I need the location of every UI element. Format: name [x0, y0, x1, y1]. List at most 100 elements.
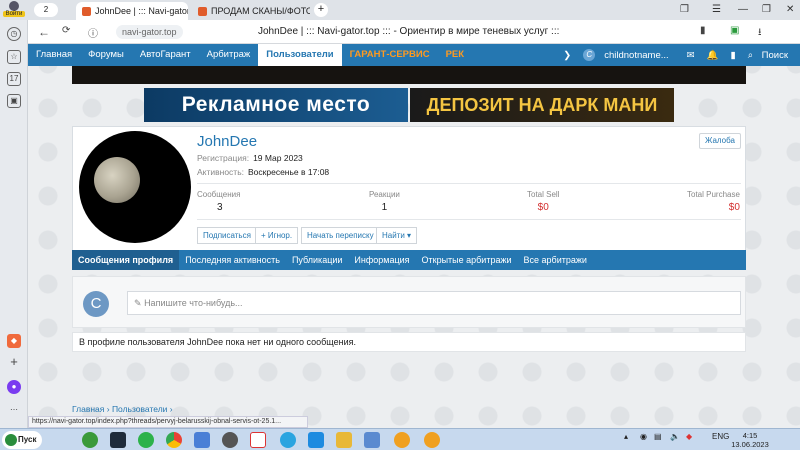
find-dropdown[interactable]: Найти ▾ [376, 227, 418, 244]
url-field[interactable]: navi-gator.top [116, 25, 183, 39]
page-title: JohnDee | ::: Navi-gator.top ::: - Ориен… [258, 26, 560, 37]
ignore-button[interactable]: + Игнор. [255, 227, 299, 244]
follow-button[interactable]: Подписаться [197, 227, 257, 244]
ad-banner-left[interactable]: Рекламное место [144, 88, 408, 122]
profile-post-input[interactable]: ✎ Напишите что-нибудь... [127, 291, 741, 315]
maximize-icon[interactable]: ❐ [762, 4, 771, 15]
avatar[interactable]: C [83, 291, 109, 317]
stat-total-sell: Total Sell $0 [527, 190, 560, 213]
nav-user-menu[interactable]: Cchildnotname... [577, 49, 680, 61]
nav-forums[interactable]: Форумы [80, 44, 132, 66]
bookmarks-manager-icon[interactable]: ❐ [680, 4, 689, 15]
site-info-icon[interactable]: ⓘ [88, 25, 98, 40]
breadcrumb-users[interactable]: Пользователи [112, 404, 167, 414]
skype-icon[interactable] [308, 432, 324, 448]
new-tab-button[interactable]: + [314, 3, 328, 17]
profile-avatar-icon [9, 1, 19, 11]
volume-icon[interactable]: 🔈 [670, 432, 680, 441]
pencil-icon: ✎ [134, 298, 142, 308]
divider [197, 183, 741, 184]
add-app-icon[interactable]: + [7, 355, 21, 370]
extension-icon[interactable]: ▣ [730, 25, 739, 36]
bookmarks-icon[interactable]: ☆ [7, 50, 21, 64]
network-icon[interactable]: ▤ [654, 432, 662, 441]
inbox-icon[interactable]: ✉ [681, 50, 701, 61]
status-bar-url: https://navi-gator.top/index.php?threads… [28, 416, 308, 428]
stat-total-purchase: Total Purchase $0 [687, 190, 740, 213]
search-button[interactable]: ⌕ Поиск [742, 50, 800, 61]
nav-ads[interactable]: РЕК [438, 44, 472, 66]
tab-count-badge[interactable]: 2 [34, 3, 58, 17]
tab-johndee[interactable]: JohnDee | ::: Navi-gator ✕ [76, 2, 188, 20]
tray-app-icon[interactable]: ◉ [640, 432, 647, 441]
minimize-icon[interactable]: — [738, 4, 748, 15]
tab-latest-activity[interactable]: Последняя активность [179, 250, 286, 270]
start-conversation-button[interactable]: Начать переписку [301, 227, 380, 244]
user-avatar: C [583, 49, 596, 61]
green-app-icon[interactable] [138, 432, 154, 448]
yandex-browser-icon[interactable] [250, 432, 266, 448]
emoji-app-icon[interactable] [394, 432, 410, 448]
nav-scroll-arrow-icon[interactable]: ❯ [557, 50, 577, 61]
breadcrumb: Главная › Пользователи › [72, 404, 173, 414]
bookmark-icon[interactable]: ▮ [700, 25, 706, 36]
site-favicon-icon [198, 6, 207, 16]
clock[interactable]: 4:15 13.06.2023 [730, 431, 770, 449]
tab-information[interactable]: Информация [348, 250, 415, 270]
reload-icon[interactable]: ⟳ [62, 25, 70, 36]
tab-postings[interactable]: Публикации [286, 250, 348, 270]
alerts-bell-icon[interactable]: 🔔 [701, 50, 725, 61]
nav-home[interactable]: Главная [28, 44, 80, 66]
folder-icon[interactable] [336, 432, 352, 448]
settings-gear-icon[interactable] [222, 432, 238, 448]
tab-profile-posts[interactable]: Сообщения профиля [72, 250, 180, 270]
more-icon[interactable]: ⋯ [7, 404, 21, 418]
registration-info: Регистрация: 19 Мар 2023 [197, 153, 303, 163]
breadcrumb-home[interactable]: Главная [72, 404, 104, 414]
dark-app-icon[interactable] [110, 432, 126, 448]
tab-prodam[interactable]: ПРОДАМ СКАНЫ/ФОТО Г ✕ [192, 2, 310, 20]
nav-arbitration[interactable]: Арбитраж [199, 44, 259, 66]
nav-garant-service[interactable]: ГАРАНТ-СЕРВИС [342, 44, 438, 66]
history-icon[interactable]: ◷ [7, 27, 21, 41]
menu-icon[interactable]: ☰ [712, 4, 721, 15]
collections-icon[interactable]: ▣ [7, 94, 21, 108]
app-icon[interactable] [364, 432, 380, 448]
breadcrumb-separator-icon: › [169, 404, 173, 414]
empty-message: В профиле пользователя JohnDee пока нет … [72, 332, 746, 352]
moon-image [94, 157, 140, 203]
nav-user-area: ❯ Cchildnotname... ✉ 🔔 ▮ ⌕ Поиск [557, 44, 800, 66]
username: JohnDee [197, 133, 258, 150]
profile-button[interactable]: Войти [3, 1, 25, 19]
bookmarks-site-icon[interactable]: ▮ [724, 50, 741, 61]
download-icon[interactable]: ⭳ [758, 25, 762, 42]
language-indicator[interactable]: ENG [712, 432, 729, 441]
alert-tray-icon[interactable]: ◆ [686, 432, 692, 441]
site-navigation: Главная Форумы АвтоГарант Арбитраж Польз… [28, 44, 800, 66]
ad-banner-right[interactable]: ДЕПОЗИТ НА ДАРК МАНИ [410, 88, 674, 122]
app-icon[interactable] [194, 432, 210, 448]
alice-assistant-icon[interactable]: ● [7, 380, 21, 394]
nav-users[interactable]: Пользователи [258, 44, 342, 66]
stat-messages[interactable]: Сообщения 3 [197, 190, 240, 213]
address-bar: ← ⟳ ⓘ navi-gator.top JohnDee | ::: Navi-… [28, 20, 800, 44]
nav-autogarant[interactable]: АвтоГарант [132, 44, 199, 66]
stat-reactions[interactable]: Реакции 1 [369, 190, 400, 213]
top-banner [72, 66, 746, 84]
tab-open-arbitrations[interactable]: Открытые арбитражи [416, 250, 518, 270]
telegram-icon[interactable] [280, 432, 296, 448]
report-button[interactable]: Жалоба [699, 133, 741, 149]
mail-app-icon[interactable]: ◆ [7, 334, 21, 348]
browser-sidebar: ◷ ☆ 17 ▣ ◆ + ● ⋯ [0, 0, 28, 428]
close-window-icon[interactable]: ✕ [786, 4, 794, 15]
profile-avatar[interactable] [79, 131, 191, 243]
profile-tabs: Сообщения профиля Последняя активность П… [72, 250, 746, 270]
tray-expand-icon[interactable]: ▴ [624, 432, 628, 441]
tab-all-arbitrations[interactable]: Все арбитражи [518, 250, 593, 270]
utorrent-icon[interactable] [82, 432, 98, 448]
calendar-icon[interactable]: 17 [7, 72, 21, 86]
chrome-icon[interactable] [166, 432, 182, 448]
back-icon[interactable]: ← [38, 25, 50, 39]
emoji-app-icon[interactable] [424, 432, 440, 448]
start-button[interactable]: Пуск [2, 431, 42, 449]
